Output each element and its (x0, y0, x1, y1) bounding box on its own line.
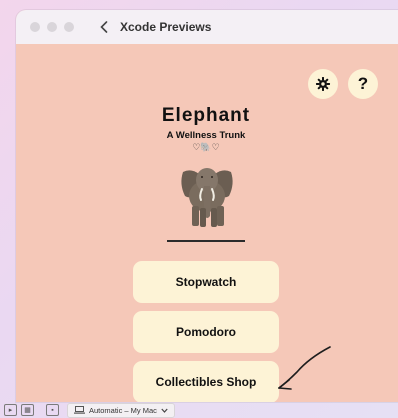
chevron-left-icon[interactable] (96, 19, 112, 35)
grid-variants-icon[interactable]: ▦ (21, 404, 34, 416)
heart-elephant-emoji-row: ♡🐘♡ (192, 142, 220, 152)
device-label: Automatic – My Mac (89, 405, 157, 415)
window-title: Xcode Previews (120, 20, 212, 34)
preview-bottom-bar: ▸ ▦ ▪ Automatic – My Mac (0, 402, 398, 418)
help-button[interactable]: ? (348, 69, 378, 99)
elephant-image (181, 168, 233, 227)
app-title: Elephant (161, 105, 251, 126)
collectibles-shop-button[interactable]: Collectibles Shop (133, 361, 279, 402)
divider-line (167, 240, 245, 242)
annotation-arrow-icon (278, 346, 331, 390)
zoom-window-button[interactable] (64, 22, 74, 32)
app-subtitle: A Wellness Trunk (166, 130, 246, 141)
chevron-down-icon (161, 408, 168, 413)
settings-button[interactable] (308, 69, 338, 99)
pomodoro-button[interactable]: Pomodoro (133, 311, 279, 353)
device-selector[interactable]: Automatic – My Mac (67, 402, 175, 418)
laptop-icon (74, 406, 85, 414)
gear-icon (316, 77, 330, 91)
titlebar: Xcode Previews (16, 10, 398, 44)
minimize-window-button[interactable] (47, 22, 57, 32)
stopwatch-button[interactable]: Stopwatch (133, 261, 279, 303)
preview-window: Xcode Previews ? Elephant A Wellness Tru… (16, 10, 398, 402)
app-content: ? Elephant A Wellness Trunk ♡🐘♡ Stopwatc… (16, 44, 398, 402)
close-window-button[interactable] (30, 22, 40, 32)
window-controls (30, 22, 74, 32)
selectable-mode-icon[interactable]: ▪ (46, 404, 59, 416)
live-preview-icon[interactable]: ▸ (4, 404, 17, 416)
